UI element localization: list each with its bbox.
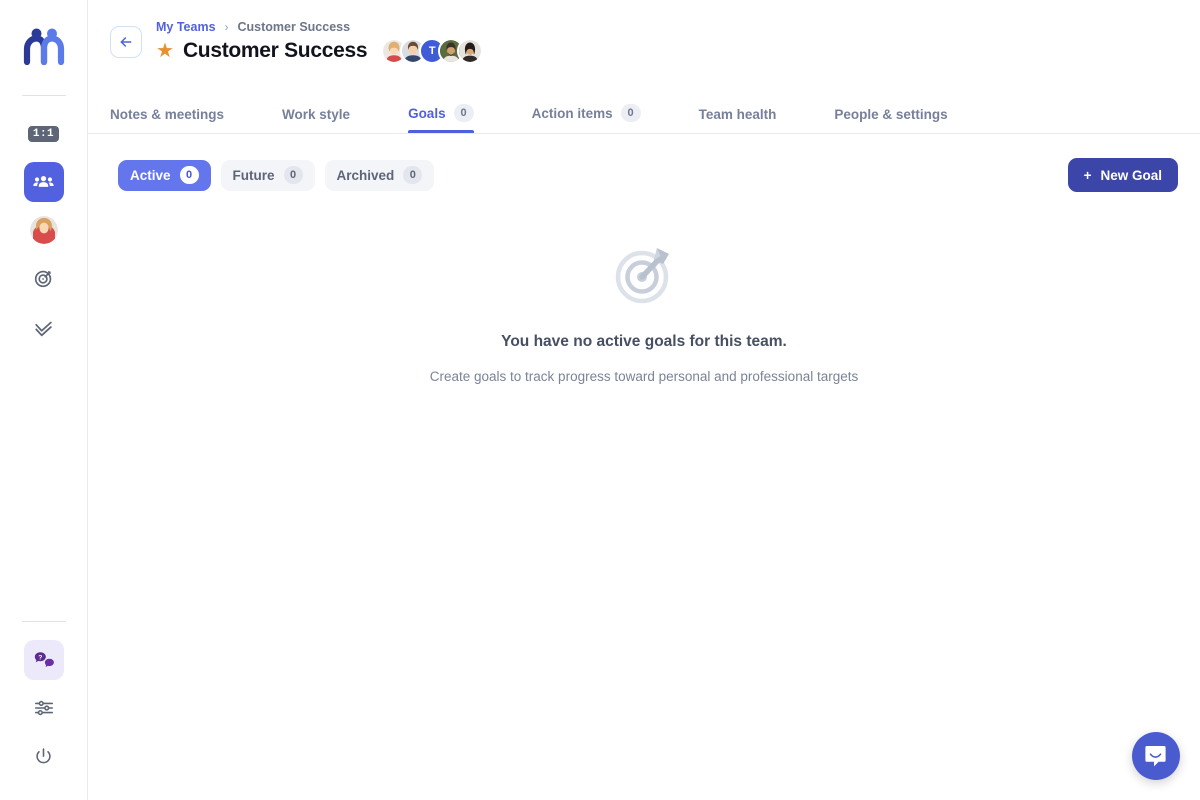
header-top-row: My Teams › Customer Success ★ Customer S… [110,18,1200,64]
arrow-left-icon [120,37,132,47]
tab-label: Action items [531,105,613,121]
avatar-initial: T [428,45,436,57]
filter-label: Archived [336,167,395,183]
title-row: ★ Customer Success T [156,38,484,64]
chat-question-icon: ? [34,652,54,667]
target-bullseye-glyph [615,248,669,304]
filter-count: 0 [283,166,303,184]
filter-label: Active [130,167,171,183]
user-avatar [29,216,58,244]
filter-count: 0 [179,166,199,184]
sidebar-item-goals[interactable] [24,258,64,298]
tab-bar: Notes & meetings Work style Goals 0 Acti… [110,104,948,133]
app-root: 1:1 ? My Teams › Customer Success ★ Cust… [0,0,1200,800]
sidebar-item-teams[interactable] [23,162,64,202]
avatar-photo-5 [459,40,482,62]
tab-badge: 0 [453,104,474,122]
avatar-photo-icon [29,216,58,244]
header-titles: My Teams › Customer Success ★ Customer S… [156,18,484,64]
target-icon [34,270,52,287]
sidebar: 1:1 ? [0,0,88,800]
page-header: My Teams › Customer Success ★ Customer S… [88,0,1200,133]
star-filled-icon[interactable]: ★ [156,41,174,61]
sidebar-item-logout[interactable] [24,736,64,776]
chat-bubble-icon [1145,746,1166,767]
sidebar-item-action-items[interactable] [24,308,64,348]
sidebar-divider-top [21,95,66,96]
tab-label: Notes & meetings [110,107,225,122]
breadcrumb-parent[interactable]: My Teams [156,20,216,34]
tab-notes-meetings[interactable]: Notes & meetings [110,107,224,133]
breadcrumb: My Teams › Customer Success [156,20,483,34]
tab-label: People & settings [834,107,948,122]
sidebar-item-settings[interactable] [24,688,64,728]
filter-row: Active 0 Future 0 Archived 0 + New Goal [88,134,1200,192]
breadcrumb-separator: › [224,20,229,34]
filter-count: 0 [403,166,423,184]
filter-future[interactable]: Future 0 [220,159,315,191]
one-on-one-badge: 1:1 [27,125,60,143]
empty-state-title: You have no active goals for this team. [501,333,787,350]
power-icon [36,747,51,763]
new-goal-label: New Goal [1100,167,1162,183]
svg-text:?: ? [38,654,42,661]
tab-people-settings[interactable]: People & settings [834,107,947,133]
sidebar-item-profile[interactable] [24,210,64,250]
tab-label: Team health [698,107,777,122]
avatar[interactable] [457,38,484,64]
tab-badge: 0 [620,104,641,122]
back-button[interactable] [110,26,142,58]
filter-label: Future [232,167,275,183]
filter-archived[interactable]: Archived 0 [324,159,435,191]
tab-label: Goals [408,105,446,121]
double-check-icon [34,321,52,337]
sidebar-item-help[interactable]: ? [23,640,64,680]
page-title: Customer Success [182,39,368,62]
main-area: My Teams › Customer Success ★ Customer S… [88,0,1200,800]
tab-action-items[interactable]: Action items 0 [532,104,641,133]
empty-state: You have no active goals for this team. … [88,244,1200,384]
tab-label: Work style [282,107,351,122]
mentorloop-logo-icon [23,28,64,66]
goals-panel: Active 0 Future 0 Archived 0 + New Goal [88,133,1200,800]
intercom-launcher[interactable] [1132,732,1180,780]
plus-icon: + [1083,167,1092,183]
filter-active[interactable]: Active 0 [118,159,211,191]
breadcrumb-current: Customer Success [237,20,351,34]
empty-state-subtitle: Create goals to track progress toward pe… [429,369,859,384]
member-avatar-stack[interactable]: T [381,38,484,64]
people-group-icon [33,175,54,187]
goal-filter-pills: Active 0 Future 0 Archived 0 [118,159,435,191]
tab-goals[interactable]: Goals 0 [408,104,474,133]
target-bullseye-icon [613,244,675,311]
app-logo[interactable] [23,26,65,73]
sidebar-divider-bottom [21,621,66,622]
tab-work-style[interactable]: Work style [282,107,350,133]
tab-team-health[interactable]: Team health [699,107,777,133]
new-goal-button[interactable]: + New Goal [1067,158,1178,192]
sidebar-item-one-on-one[interactable]: 1:1 [24,114,64,154]
sliders-icon [34,700,53,716]
